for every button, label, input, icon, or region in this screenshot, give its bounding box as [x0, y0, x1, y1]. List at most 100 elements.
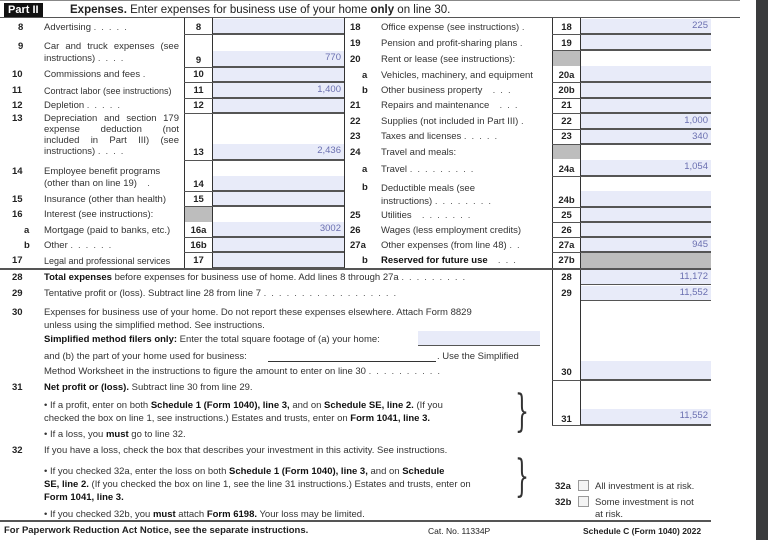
- line-label: Car and truck expenses (see instructions…: [44, 41, 179, 64]
- field-line-29[interactable]: 11,552: [581, 286, 711, 301]
- line-31-bullet1-cont: checked the box on line 1, see instructi…: [44, 413, 431, 424]
- line-label: Repairs and maintenance ...: [381, 100, 523, 111]
- field-line-16b[interactable]: [213, 238, 344, 252]
- option-label-32a: All investment is at risk.: [595, 481, 695, 492]
- line-label: Travel .........: [381, 164, 479, 175]
- line-number: 28: [12, 272, 23, 283]
- line-label: Interest (see instructions):: [44, 209, 154, 220]
- field-line-27a[interactable]: 945: [581, 238, 711, 252]
- field-line-31[interactable]: 11,552: [581, 409, 711, 425]
- line-label: Other expenses (from line 48) ..: [381, 240, 525, 251]
- box-number: 22: [561, 116, 572, 127]
- field-line-17[interactable]: [213, 253, 344, 268]
- part-ii-header: Part II Expenses. Enter expenses for bus…: [0, 0, 740, 18]
- business-sqft-input[interactable]: [268, 348, 436, 362]
- line-31-bullet1: • If a profit, enter on both Schedule 1 …: [44, 400, 443, 411]
- part-title: Expenses. Enter expenses for business us…: [70, 4, 451, 16]
- field-line-13[interactable]: 2,436: [213, 144, 344, 160]
- line-label: Other ......: [44, 240, 117, 251]
- option-label-32b: Some investment is not: [595, 497, 694, 508]
- field-line-12[interactable]: [213, 99, 344, 113]
- line-label: Utilities .......: [381, 210, 476, 221]
- line-number: 11: [12, 85, 23, 96]
- simplified-method-label: Simplified method filers only: Enter the…: [44, 334, 380, 345]
- line-label: Mortgage (paid to banks, etc.): [44, 225, 171, 236]
- line-number: 31: [12, 382, 23, 393]
- line-label: Tentative profit or (loss). Subtract lin…: [44, 288, 402, 299]
- field-line-19[interactable]: [581, 35, 711, 50]
- line-number: 29: [12, 288, 23, 299]
- option-code-32b: 32b: [555, 497, 572, 508]
- field-line-30[interactable]: [581, 361, 711, 380]
- box-number: 11: [193, 85, 204, 96]
- line-number: 23: [350, 131, 361, 142]
- gray-block: [553, 145, 580, 159]
- field-line-22[interactable]: 1,000: [581, 114, 711, 129]
- field-line-20b[interactable]: [581, 83, 711, 98]
- line-number: 32: [12, 445, 23, 456]
- paperwork-notice: For Paperwork Reduction Act Notice, see …: [4, 525, 309, 536]
- home-sqft-input[interactable]: [418, 331, 540, 346]
- line-32-bullet1-end: Form 1041, line 3.: [44, 492, 124, 503]
- line-number: 12: [12, 100, 23, 111]
- box-number: 28: [561, 272, 572, 283]
- line-label: Taxes and licenses .....: [381, 131, 503, 142]
- box-number: 12: [193, 100, 204, 111]
- line-number: 9: [18, 41, 24, 52]
- box-number: 8: [195, 22, 202, 33]
- field-line-11[interactable]: 1,400: [213, 83, 344, 98]
- line-32-bullet1-cont: SE, line 2. (If you checked the box on l…: [44, 479, 471, 490]
- field-line-9[interactable]: 770: [213, 51, 344, 67]
- field-line-21[interactable]: [581, 99, 711, 113]
- line-32-text: If you have a loss, check the box that d…: [44, 445, 448, 456]
- line-number: 17: [12, 255, 23, 266]
- field-line-24a[interactable]: 1,054: [581, 160, 711, 176]
- box-number: 16a: [190, 225, 207, 236]
- field-line-18[interactable]: 225: [581, 19, 711, 34]
- line-number: 22: [350, 116, 361, 127]
- box-number: 20b: [558, 85, 575, 96]
- box-number: 29: [561, 288, 572, 299]
- box-number: 27b: [558, 255, 575, 266]
- line-number: 13: [12, 113, 23, 124]
- form-name: Schedule C (Form 1040) 2022: [583, 526, 702, 536]
- checkbox-32b[interactable]: [578, 496, 589, 507]
- field-line-26[interactable]: [581, 223, 711, 237]
- line-label: Depletion .....: [44, 100, 125, 111]
- field-line-24b[interactable]: [581, 191, 711, 207]
- line-number: b: [362, 182, 368, 193]
- line-label: Advertising .....: [44, 22, 132, 33]
- field-line-28[interactable]: 11,172: [581, 270, 711, 285]
- box-number: 10: [193, 69, 204, 80]
- line-number: a: [24, 225, 30, 236]
- box-number: 21: [561, 100, 572, 111]
- field-line-8[interactable]: [213, 19, 344, 34]
- line-label: Employee benefit programs (other than on…: [44, 166, 161, 189]
- checkbox-32a[interactable]: [578, 480, 589, 491]
- field-line-16a[interactable]: 3002: [213, 222, 344, 237]
- line-number: 26: [350, 225, 361, 236]
- box-number: 17: [193, 255, 204, 266]
- box-number: 23: [561, 131, 572, 142]
- box-number: 9: [195, 55, 202, 66]
- line-number: 18: [350, 22, 361, 33]
- schedule-c-page: Part II Expenses. Enter expenses for bus…: [0, 0, 740, 540]
- box-number: 24b: [558, 195, 575, 206]
- field-line-15[interactable]: [213, 192, 344, 206]
- cat-number: Cat. No. 11334P: [428, 526, 491, 536]
- box-number: 30: [561, 367, 572, 378]
- line-number: 25: [350, 210, 361, 221]
- line-number: b: [362, 85, 368, 96]
- field-line-10[interactable]: [213, 68, 344, 82]
- box-number: 26: [561, 225, 572, 236]
- field-line-25[interactable]: [581, 208, 711, 222]
- field-line-14[interactable]: [213, 176, 344, 191]
- box-number: 20a: [558, 70, 575, 81]
- field-line-23[interactable]: 340: [581, 130, 711, 144]
- field-line-20a[interactable]: [581, 66, 711, 82]
- line-31-title: Net profit or (loss). Subtract line 30 f…: [44, 382, 253, 393]
- box-number: 15: [193, 194, 204, 205]
- gray-block: [185, 207, 212, 222]
- gray-block: [553, 51, 580, 66]
- part-label: Part II: [4, 3, 43, 17]
